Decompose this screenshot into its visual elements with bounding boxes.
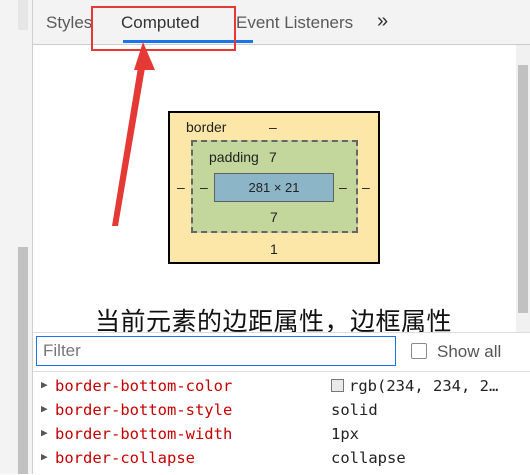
box-model-border-top: – [269, 119, 277, 135]
right-scrollbar-thumb[interactable] [518, 65, 528, 313]
annotation-highlight-box [91, 6, 236, 51]
property-name: border-bottom-style [55, 401, 233, 419]
expand-triangle-icon[interactable]: ▶ [41, 378, 48, 391]
tab-event-listeners[interactable]: Event Listeners [236, 13, 353, 33]
computed-properties-list: ▶ border-bottom-color rgb(234, 234, 2… ▶… [33, 371, 530, 475]
box-model-content-size: 281 × 21 [214, 173, 334, 202]
property-row[interactable]: ▶ border-bottom-width 1px [33, 423, 530, 447]
property-value: 1px [331, 425, 359, 443]
property-value-text: rgb(234, 234, 2… [349, 377, 499, 395]
property-row[interactable]: ▶ border-bottom-color rgb(234, 234, 2… [33, 375, 530, 399]
box-model-border-label: border [186, 119, 227, 135]
property-name: border-bottom-width [55, 425, 233, 443]
property-value: collapse [331, 449, 406, 467]
filter-input[interactable] [36, 336, 396, 366]
box-model-padding-left: – [200, 179, 208, 195]
box-model-padding-label: padding [209, 149, 259, 165]
right-scrollbar[interactable] [516, 45, 530, 333]
property-row[interactable]: ▶ border-bottom-style solid [33, 399, 530, 423]
show-all-checkbox[interactable] [411, 343, 427, 359]
property-name: border-bottom-color [55, 377, 233, 395]
box-model-border-bottom: 1 [270, 241, 278, 257]
color-swatch-icon[interactable] [331, 379, 344, 392]
property-value: rgb(234, 234, 2… [331, 377, 498, 395]
left-scrollbar-track [18, 0, 28, 30]
box-model-border-left: – [177, 179, 185, 195]
show-all-toggle[interactable]: Show all [411, 342, 501, 362]
box-model-padding-bottom: 7 [270, 209, 278, 225]
box-model-padding-right: – [339, 179, 347, 195]
property-value: solid [331, 401, 378, 419]
show-all-label: Show all [437, 342, 502, 361]
property-name: border-collapse [55, 449, 195, 467]
box-model-border-right: – [362, 179, 370, 195]
more-tabs-chevron-icon[interactable]: » [377, 10, 388, 33]
left-scrollbar-thumb[interactable] [18, 247, 28, 474]
left-panel-strip [0, 0, 33, 474]
tab-styles[interactable]: Styles [46, 13, 92, 33]
box-model-padding-top: 7 [269, 149, 277, 165]
expand-triangle-icon[interactable]: ▶ [41, 402, 48, 415]
property-row[interactable]: ▶ border-collapse collapse [33, 447, 530, 471]
expand-triangle-icon[interactable]: ▶ [41, 426, 48, 439]
expand-triangle-icon[interactable]: ▶ [41, 450, 48, 463]
filter-bar: Show all [33, 332, 530, 371]
